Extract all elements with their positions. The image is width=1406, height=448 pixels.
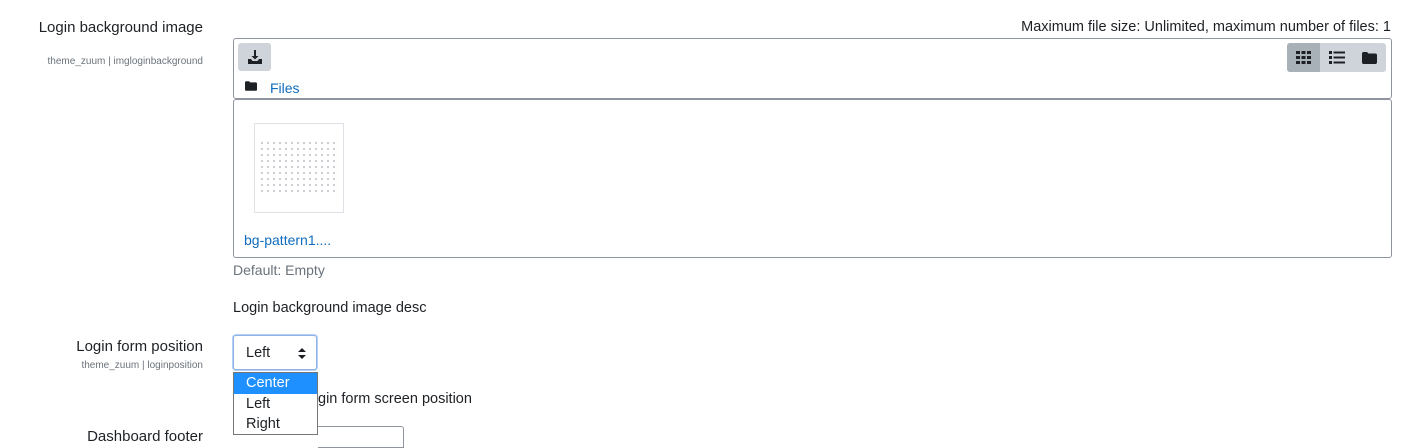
pattern-preview-image (259, 140, 339, 195)
default-text: Default: Empty (233, 262, 325, 278)
file-limits-text: Maximum file size: Unlimited, maximum nu… (1021, 19, 1391, 35)
filepicker-toolbar (233, 38, 1392, 99)
view-list-button[interactable] (1320, 43, 1353, 72)
list-icon (1328, 51, 1345, 64)
option-center[interactable]: Center (234, 373, 317, 394)
breadcrumb-files-link[interactable]: Files (270, 80, 300, 96)
folder-icon (1362, 51, 1377, 64)
position-dropdown: Center Left Right (233, 372, 318, 435)
login-position-select[interactable]: Left (233, 335, 317, 370)
sort-arrows-icon (298, 348, 306, 359)
filepicker-area (233, 99, 1392, 258)
file-name-link[interactable]: bg-pattern1.... (244, 232, 331, 248)
select-value: Left (246, 345, 271, 361)
login-bg-description: Login background image desc (233, 300, 427, 316)
login-form-setting-id: theme_zuum | loginposition (81, 360, 203, 371)
dashboard-footer-input[interactable] (318, 426, 404, 448)
file-thumbnail[interactable] (254, 123, 344, 213)
folder-icon (245, 81, 257, 91)
option-right[interactable]: Right (234, 414, 317, 435)
view-tree-button[interactable] (1353, 43, 1386, 72)
login-form-description: gin form screen position (318, 391, 472, 407)
view-mode-group (1287, 43, 1386, 72)
add-file-button[interactable] (238, 43, 271, 71)
login-form-label: Login form position (76, 338, 203, 355)
login-bg-label: Login background image (38, 19, 203, 36)
login-bg-setting-id: theme_zuum | imgloginbackground (47, 56, 203, 67)
grid-icon (1296, 51, 1311, 64)
view-icons-button[interactable] (1287, 43, 1320, 72)
download-icon (247, 50, 262, 64)
option-left[interactable]: Left (234, 394, 317, 415)
